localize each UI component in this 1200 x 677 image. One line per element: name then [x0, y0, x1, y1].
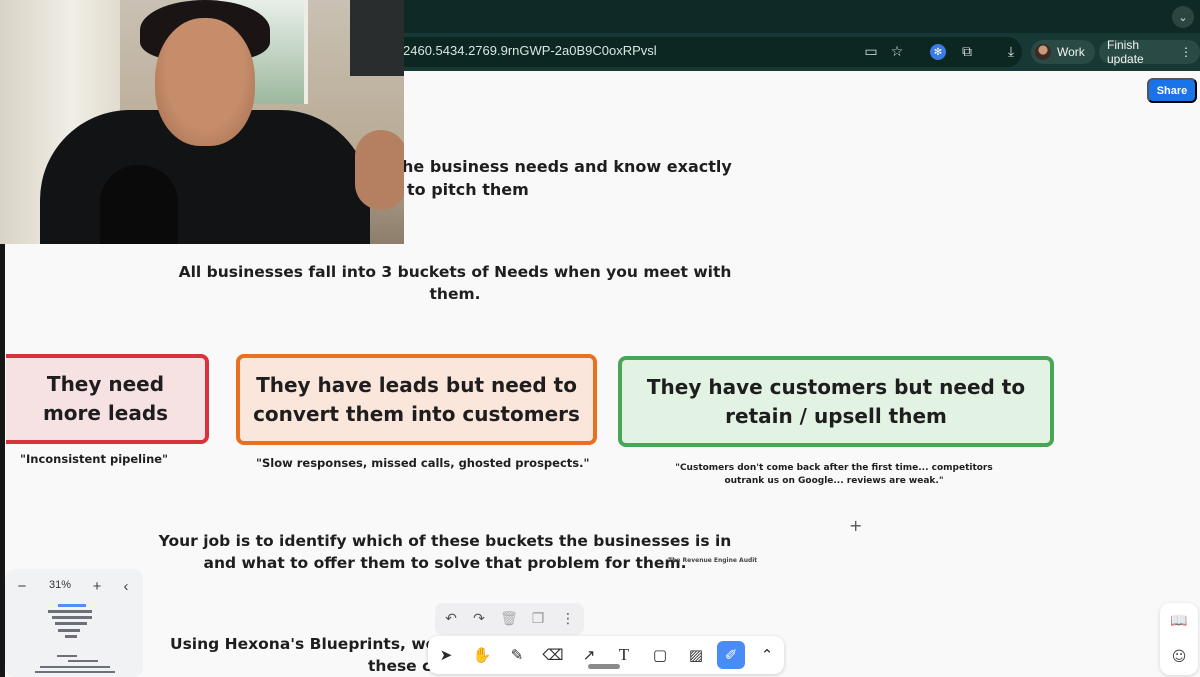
heading-partial-1: he business needs and know [402, 157, 662, 176]
crosshair-cursor-icon: + [849, 516, 863, 535]
side-actions: 📖 ☺ [1160, 603, 1198, 675]
blueprint-line-2: these c [368, 657, 432, 675]
zoom-level[interactable]: 31% [49, 579, 71, 591]
blueprint-line-1: Using Hexona's Blueprints, we l [170, 635, 447, 653]
webcam-person-hand [355, 130, 404, 210]
share-button[interactable]: Share [1147, 78, 1197, 103]
delete-icon[interactable]: 🗑 [499, 609, 519, 629]
url-text[interactable]: 2460.5434.2769.9rnGWP-2a0B9C0oxRPvsl [403, 43, 657, 58]
bucket-quote-retain: "Customers don't come back after the fir… [675, 463, 993, 486]
heading-line-2: to pitch them [407, 180, 529, 199]
toolbar-drag-handle[interactable] [588, 664, 620, 669]
webcam-person-face [155, 18, 255, 146]
chevron-up-icon[interactable]: ⌃ [753, 641, 781, 669]
heading-line-1: he business needs and know exactly [402, 157, 732, 176]
bucket-quote-convert: "Slow responses, missed calls, ghosted p… [256, 456, 590, 470]
assistant-icon[interactable]: ☺ [1169, 647, 1189, 667]
zoom-in-button[interactable]: + [86, 575, 108, 597]
heading-bold: exactly [666, 157, 732, 176]
sticky-note-icon[interactable]: ▢ [646, 641, 674, 669]
revenue-engine-label: The Revenue Engine Audit [668, 557, 758, 564]
image-icon[interactable]: ▨ [682, 641, 710, 669]
zoom-bar: − 31% + ‹ [5, 575, 143, 597]
zoom-panel: − 31% + ‹ [5, 569, 143, 677]
intro-line-1: All businesses fall into 3 buckets of Ne… [178, 263, 732, 281]
duplicate-icon[interactable]: ❐ [528, 609, 548, 629]
hand-pan-icon[interactable]: ✋ [468, 641, 496, 669]
job-line-2: and what to offer them to solve that pro… [203, 554, 687, 572]
bucket-card-retain[interactable]: They have customers but need to retain /… [618, 356, 1054, 447]
profile-chip[interactable]: Work [1031, 40, 1095, 64]
bucket-title-leads: They need more leads [42, 372, 169, 425]
bucket-card-convert[interactable]: They have leads but need to convert them… [236, 354, 597, 445]
zoom-out-button[interactable]: − [11, 575, 33, 597]
marker-icon[interactable]: ✐ [717, 641, 745, 669]
bookmark-star-icon[interactable]: ☆ [887, 42, 907, 62]
webcam-microphone [100, 165, 178, 244]
history-toolbar: ↶ ↷ 🗑 ❐ ⋮ [435, 603, 584, 635]
profile-label: Work [1057, 45, 1085, 59]
book-guide-icon[interactable]: 📖 [1169, 611, 1189, 631]
eraser-icon[interactable]: ⌫ [539, 641, 567, 669]
webcam-overlay [0, 0, 404, 244]
extension-blue-icon[interactable]: ✻ [930, 44, 946, 60]
job-text: Your job is to identify which of these b… [150, 530, 740, 574]
bucket-quote-leads: "Inconsistent pipeline" [20, 452, 169, 466]
finish-update-button[interactable]: Finish update ⋮ [1099, 38, 1200, 66]
job-line-1: Your job is to identify which of these b… [158, 532, 732, 550]
intro-text: All businesses fall into 3 buckets of Ne… [160, 261, 750, 305]
more-icon[interactable]: ⋮ [558, 609, 578, 629]
intro-line-2: them. [429, 285, 481, 303]
kebab-menu-icon: ⋮ [1180, 45, 1192, 59]
cast-icon[interactable]: ▭ [861, 42, 881, 62]
bucket-title-retain: They have customers but need to retain /… [646, 374, 1026, 428]
avatar [1035, 44, 1051, 60]
bucket-title-convert: They have leads but need to convert them… [253, 372, 580, 426]
redo-icon[interactable]: ↷ [469, 609, 489, 629]
tab-search-chevron-icon[interactable]: ⌄ [1172, 6, 1194, 28]
pencil-icon[interactable]: ✎ [503, 641, 531, 669]
bucket-card-leads[interactable]: They need more leads [6, 354, 209, 444]
download-icon[interactable]: ⤓ [1001, 42, 1021, 62]
finish-update-label: Finish update [1107, 38, 1144, 66]
minimap-collapse-button[interactable]: ‹ [115, 575, 137, 597]
webcam-monitor [350, 0, 404, 76]
select-pointer-icon[interactable]: ➤ [432, 641, 460, 669]
undo-icon[interactable]: ↶ [441, 609, 461, 629]
puzzle-extensions-icon[interactable]: ⧉ [957, 42, 977, 62]
